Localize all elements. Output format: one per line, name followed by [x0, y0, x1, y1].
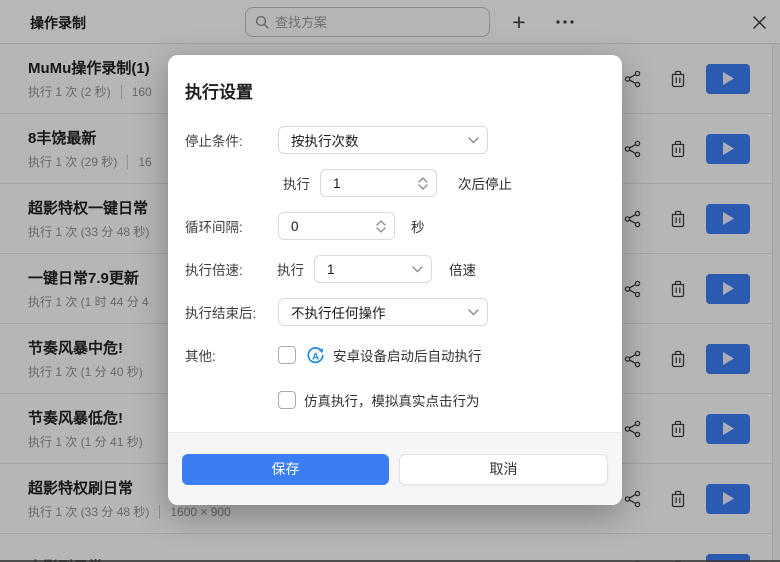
save-button[interactable]: 保存	[182, 453, 389, 485]
simulate-label: 仿真执行，模拟真实点击行为	[304, 394, 480, 409]
loop-interval-row: 循环间隔: 0 秒	[185, 212, 605, 240]
loop-interval-stepper[interactable]: 0	[278, 212, 395, 240]
speed-value: 1	[327, 261, 335, 277]
simulate-row: 仿真执行，模拟真实点击行为	[185, 390, 605, 410]
speed-select[interactable]: 1	[314, 255, 432, 283]
after-exec-select[interactable]: 不执行任何操作	[278, 298, 488, 326]
chevron-down-icon	[468, 136, 479, 144]
stop-condition-label: 停止条件:	[185, 134, 243, 149]
chevron-down-icon	[412, 265, 423, 273]
dialog-footer: 保存 取消	[168, 432, 622, 505]
after-exec-label: 执行结束后:	[185, 306, 257, 321]
autostart-label: 安卓设备启动后自动执行	[333, 349, 482, 364]
chevron-down-icon	[376, 226, 386, 233]
stepper-arrows[interactable]	[418, 176, 428, 190]
loop-interval-label: 循环间隔:	[185, 220, 243, 235]
loop-interval-value: 0	[291, 218, 299, 234]
after-exec-value: 不执行任何操作	[291, 306, 386, 321]
chevron-down-icon	[468, 308, 479, 316]
exec-count-stepper[interactable]: 1	[320, 169, 437, 197]
autostart-row: 其他: A 安卓设备启动后自动执行	[185, 345, 605, 365]
other-label: 其他:	[185, 349, 216, 364]
dialog-title: 执行设置	[185, 83, 253, 102]
chevron-up-icon	[376, 219, 386, 226]
stop-condition-value: 按执行次数	[291, 134, 359, 149]
speed-label: 执行倍速:	[185, 263, 243, 278]
stepper-arrows[interactable]	[376, 219, 386, 233]
autostart-checkbox[interactable]	[278, 346, 296, 364]
simulate-checkbox[interactable]	[278, 391, 296, 409]
chevron-up-icon	[418, 176, 428, 183]
chevron-down-icon	[418, 183, 428, 190]
settings-form: 停止条件: 按执行次数 执行 1 次后停止 循环间隔: 0 秒 执行倍速: 执行…	[168, 103, 622, 410]
svg-text:A: A	[312, 351, 319, 362]
execution-settings-dialog: 执行设置 停止条件: 按执行次数 执行 1 次后停止 循环间隔: 0 秒 执行倍…	[168, 55, 622, 505]
exec-count-row: 执行 1 次后停止	[185, 169, 605, 197]
loop-unit-label: 秒	[411, 220, 425, 235]
speed-unit-label: 倍速	[449, 263, 476, 278]
speed-prefix-label: 执行	[277, 263, 304, 278]
speed-row: 执行倍速: 执行 1 倍速	[185, 255, 605, 283]
cancel-button[interactable]: 取消	[399, 453, 608, 485]
android-icon: A	[306, 346, 325, 365]
after-exec-row: 执行结束后: 不执行任何操作	[185, 298, 605, 326]
exec-prefix-label: 执行	[283, 177, 310, 192]
stop-condition-select[interactable]: 按执行次数	[278, 126, 488, 154]
stop-condition-row: 停止条件: 按执行次数	[185, 126, 605, 154]
exec-count-value: 1	[333, 175, 341, 191]
exec-suffix-label: 次后停止	[458, 177, 512, 192]
